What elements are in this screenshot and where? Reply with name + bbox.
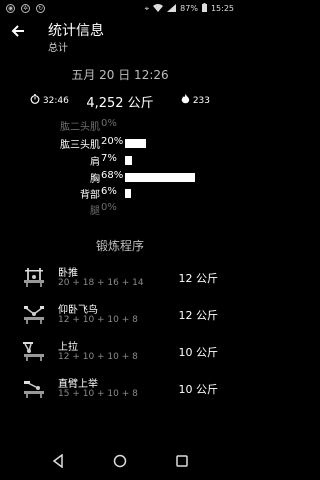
notification-icons: ◉ ✲ ↻ bbox=[6, 4, 45, 13]
back-arrow-icon[interactable] bbox=[10, 23, 30, 43]
battery-percent: 87% bbox=[180, 4, 198, 13]
back-nav-icon[interactable] bbox=[52, 454, 64, 468]
exercise-name: 直臂上举 bbox=[58, 379, 98, 390]
exercise-name: 仰卧飞鸟 bbox=[58, 305, 98, 316]
muscle-row: 胸 68% bbox=[0, 170, 240, 186]
status-bar: ◉ ✲ ↻ ⌖ 87% 15:25 bbox=[0, 0, 240, 18]
muscle-row: 腿 0% bbox=[0, 202, 240, 218]
exercise-sets: 15 + 10 + 10 + 8 bbox=[58, 389, 138, 399]
muscle-row: 肩 7% bbox=[0, 153, 240, 169]
muscle-row: 背部 6% bbox=[0, 186, 240, 202]
battery-icon bbox=[201, 3, 207, 14]
muscle-percent: 68% bbox=[101, 170, 124, 181]
exercise-sets: 20 + 18 + 16 + 14 bbox=[58, 278, 144, 288]
settings-notification-icon: ✲ bbox=[21, 4, 30, 13]
muscle-row: 肱三头肌 20% bbox=[0, 136, 240, 152]
muscle-name: 肱三头肌 bbox=[60, 140, 100, 151]
section-title: 锻炼程序 bbox=[95, 239, 144, 253]
exercise-weight: 12 公斤 bbox=[178, 272, 219, 285]
exercise-name: 卧推 bbox=[58, 268, 78, 279]
exercise-weight: 10 公斤 bbox=[178, 383, 219, 396]
wifi-icon bbox=[153, 3, 164, 14]
calories-value: 233 bbox=[192, 96, 210, 106]
location-icon: ⌖ bbox=[144, 3, 150, 13]
exercise-item[interactable]: 直臂上举 15 + 10 + 10 + 8 10 公斤 bbox=[0, 373, 240, 411]
dumbbell-fly-icon bbox=[24, 306, 44, 324]
muscle-name: 腿 bbox=[90, 206, 100, 217]
workout-date: 五月 20 日 12:26 bbox=[71, 68, 169, 82]
exercise-item[interactable]: 仰卧飞鸟 12 + 10 + 10 + 8 12 公斤 bbox=[0, 299, 240, 337]
muscle-name: 胸 bbox=[90, 174, 100, 185]
exercise-weight: 10 公斤 bbox=[178, 346, 219, 359]
exercise-sets: 12 + 10 + 10 + 8 bbox=[58, 315, 138, 325]
page-title: 统计信息 bbox=[48, 23, 104, 39]
muscle-percent: 20% bbox=[101, 136, 124, 147]
muscle-row: 肱二头肌 0% bbox=[0, 118, 240, 134]
signal-icon bbox=[167, 3, 177, 14]
muscle-percent: 7% bbox=[101, 153, 117, 164]
exercise-sets: 12 + 10 + 10 + 8 bbox=[58, 352, 138, 362]
muscle-bar bbox=[125, 139, 146, 148]
muscle-name: 背部 bbox=[80, 190, 100, 201]
bench-press-icon bbox=[24, 268, 44, 287]
clock: 15:25 bbox=[210, 4, 234, 13]
recents-nav-icon[interactable] bbox=[176, 455, 188, 467]
muscle-name: 肱二头肌 bbox=[60, 122, 100, 133]
muscle-percent: 0% bbox=[101, 202, 117, 213]
pull-up-icon bbox=[23, 342, 44, 361]
exercise-weight: 12 公斤 bbox=[178, 309, 219, 322]
muscle-bar bbox=[125, 189, 131, 198]
app-bar: 统计信息 总计 bbox=[0, 18, 240, 54]
muscle-name: 肩 bbox=[90, 157, 100, 168]
home-nav-icon[interactable] bbox=[113, 454, 127, 468]
muscle-percent: 0% bbox=[101, 118, 117, 129]
sync-notification-icon: ↻ bbox=[36, 4, 45, 13]
navigation-bar bbox=[0, 444, 240, 480]
calories-stat: 233 bbox=[181, 94, 210, 106]
page-subtitle: 总计 bbox=[48, 43, 68, 54]
straight-arm-raise-icon bbox=[24, 381, 44, 398]
exercise-item[interactable]: 上拉 12 + 10 + 10 + 8 10 公斤 bbox=[0, 336, 240, 374]
muscle-percent: 6% bbox=[101, 186, 117, 197]
summary-stats: 32:46 4,252 公斤 233 bbox=[0, 92, 240, 111]
flame-icon bbox=[181, 94, 190, 104]
muscle-bar bbox=[125, 173, 195, 182]
exercise-name: 上拉 bbox=[58, 342, 78, 353]
notification-icon: ◉ bbox=[6, 4, 15, 13]
exercise-item[interactable]: 卧推 20 + 18 + 16 + 14 12 公斤 bbox=[0, 262, 240, 300]
muscle-bar bbox=[125, 156, 132, 165]
